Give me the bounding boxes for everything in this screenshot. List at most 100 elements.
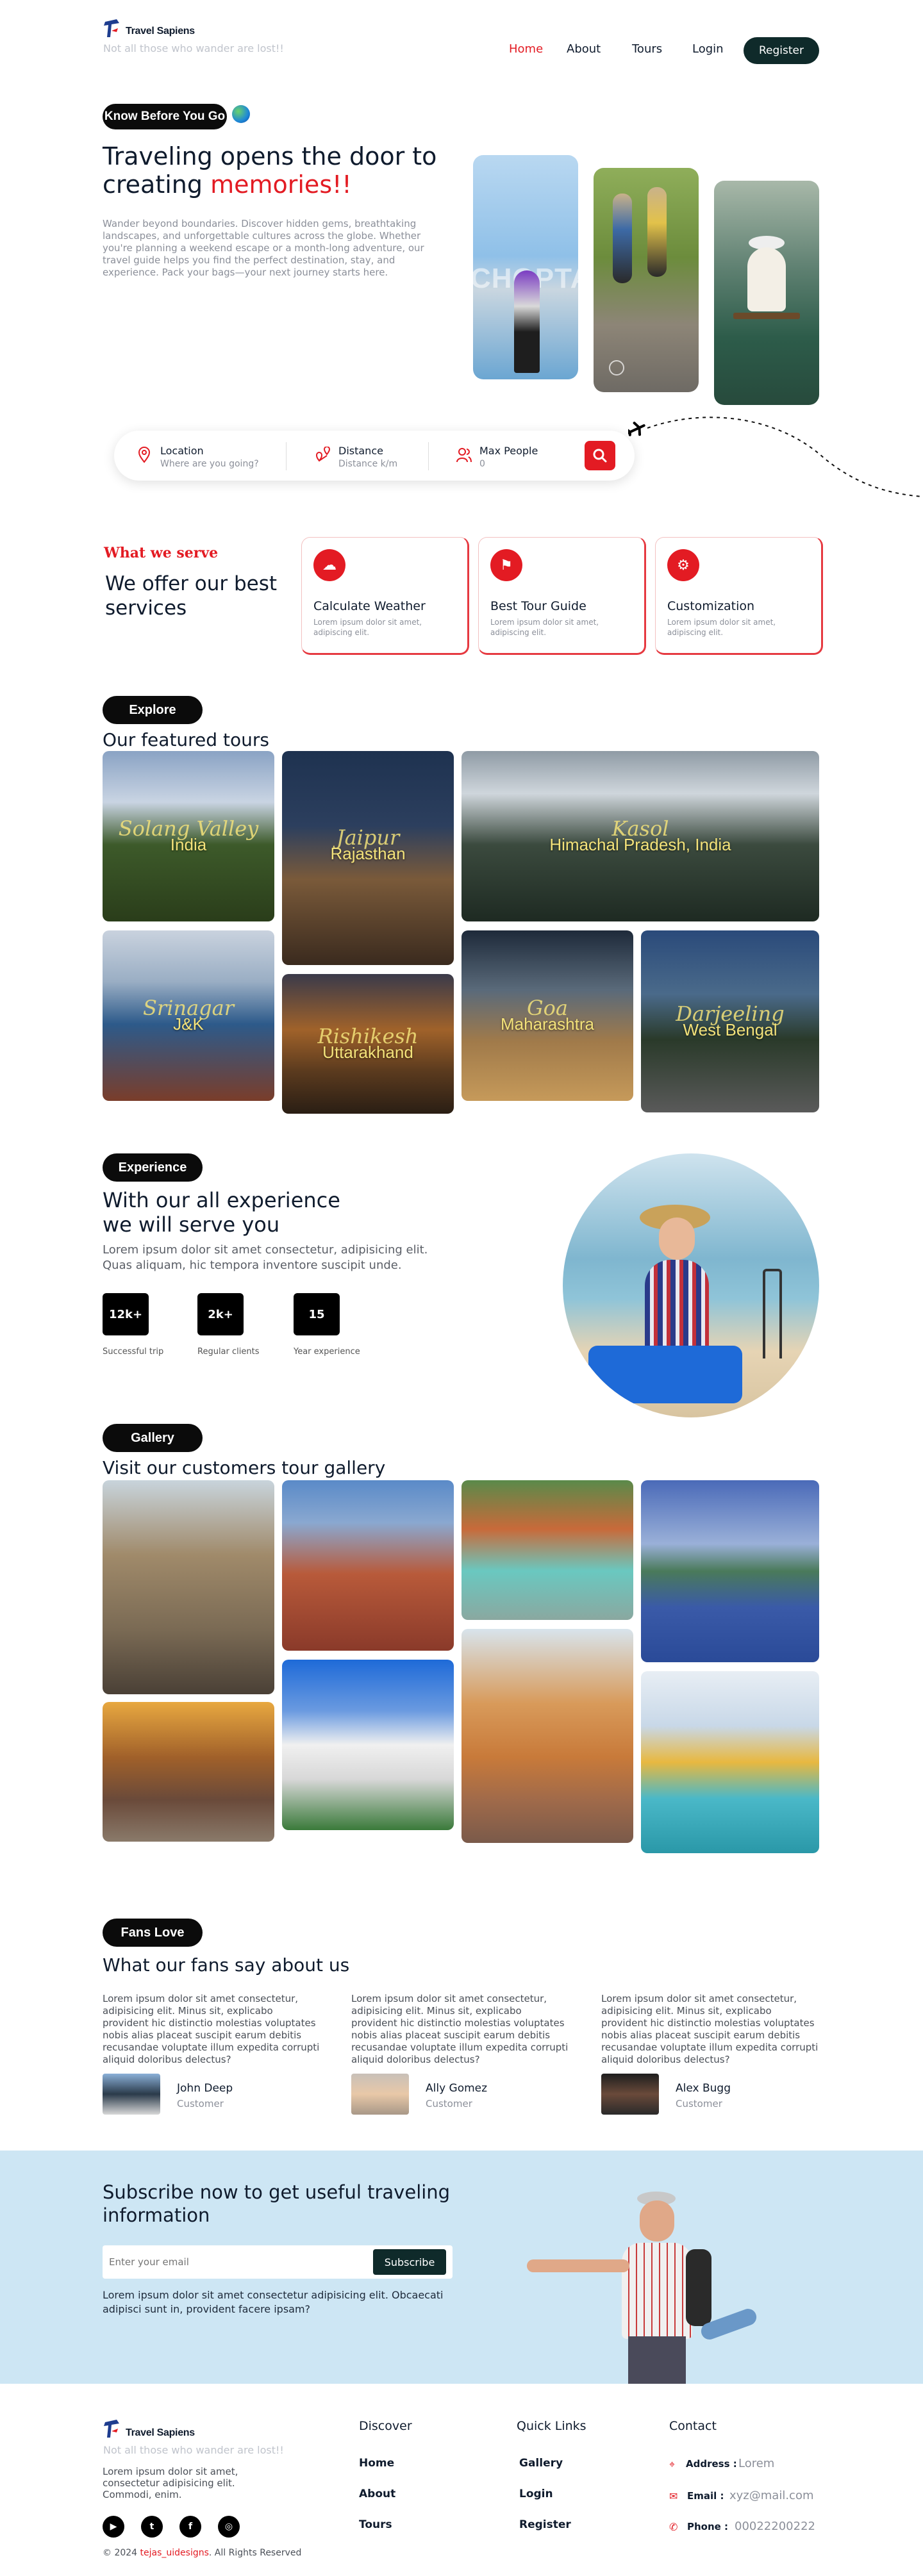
service-title: Best Tour Guide <box>490 599 586 613</box>
traveler-pants <box>628 2336 686 2384</box>
hero-photo-chopta: CHOPTA <box>473 155 578 379</box>
location-pin-icon <box>137 447 151 463</box>
address-value: Lorem <box>738 2457 775 2470</box>
experience-title-line1: With our all experience <box>103 1188 340 1212</box>
instagram-icon[interactable]: ◎ <box>218 2516 240 2538</box>
gallery-photo-rishikesh[interactable] <box>462 1480 633 1620</box>
gallery-photo-jaipur-fort[interactable] <box>462 1629 633 1843</box>
location-label: Location <box>160 445 204 457</box>
watermark-icon <box>609 360 624 376</box>
tour-card-kasol[interactable]: Kasol Himachal Pradesh, India <box>462 751 819 921</box>
footer-contact-title: Contact <box>669 2419 717 2433</box>
explore-title: Our featured tours <box>103 729 269 750</box>
tour-card-jaipur[interactable]: Jaipur Rajasthan <box>282 751 454 965</box>
facebook-icon[interactable]: f <box>179 2516 201 2538</box>
nav-about[interactable]: About <box>567 42 601 56</box>
guide-icon: ⚑ <box>490 549 522 581</box>
footer-link-home[interactable]: Home <box>359 2457 394 2470</box>
tour-script: Goa <box>527 995 568 1020</box>
email-label: Email : <box>687 2490 724 2502</box>
subscribe-button[interactable]: Subscribe <box>373 2249 446 2275</box>
stat-trips-label: Successful trip <box>103 1347 164 1357</box>
service-card-customization[interactable]: ⚙ Customization Lorem ipsum dolor sit am… <box>655 537 823 655</box>
service-title: Calculate Weather <box>313 599 426 613</box>
gallery-photo-temple[interactable] <box>103 1480 274 1694</box>
review-text: Lorem ipsum dolor sit amet consectetur, … <box>601 1993 819 2065</box>
footer-link-login[interactable]: Login <box>519 2488 553 2500</box>
copyright-link[interactable]: tejas_uidesigns <box>140 2548 209 2558</box>
youtube-icon[interactable]: ▶ <box>103 2516 124 2538</box>
gallery-photo-dal-lake[interactable] <box>641 1480 819 1662</box>
footer-desc-line3: Commodi, enim. <box>103 2489 182 2500</box>
weather-icon: ☁ <box>313 549 345 581</box>
distance-input[interactable]: Distance k/m <box>338 459 397 469</box>
subscribe-title-line1: Subscribe now to get useful traveling <box>103 2181 451 2203</box>
traveler-head <box>640 2200 674 2242</box>
customization-icon: ⚙ <box>667 549 699 581</box>
traveler-shirt <box>622 2243 692 2339</box>
tour-card-solang[interactable]: Solang Valley India <box>103 751 274 921</box>
footer-brand-tagline: Not all those who wander are lost!! <box>103 2444 284 2456</box>
twitter-icon[interactable]: t <box>141 2516 163 2538</box>
traveler-face <box>659 1218 695 1260</box>
footer-link-gallery[interactable]: Gallery <box>519 2457 563 2470</box>
phone-label: Phone : <box>687 2521 729 2532</box>
brand-name: Travel Sapiens <box>126 26 195 37</box>
gallery-photo-taj-mahal[interactable] <box>282 1660 454 1830</box>
hiker-figure <box>613 194 632 283</box>
tour-card-goa[interactable]: Goa Maharashtra <box>462 930 633 1101</box>
review-text: Lorem ipsum dolor sit amet consectetur, … <box>103 1993 320 2065</box>
subscribe-body-line1: Lorem ipsum dolor sit amet consectetur a… <box>103 2289 444 2301</box>
reviewer-role: Customer <box>426 2098 472 2110</box>
nav-home[interactable]: Home <box>509 42 543 56</box>
footer-link-about[interactable]: About <box>359 2488 395 2500</box>
gallery-photo-varanasi[interactable] <box>103 1702 274 1842</box>
experience-title-line2: we will serve you <box>103 1212 280 1237</box>
footer-link-register[interactable]: Register <box>519 2518 571 2531</box>
nav-tours[interactable]: Tours <box>632 42 662 56</box>
experience-badge: Experience <box>103 1153 203 1182</box>
gallery-photo-golden-temple[interactable] <box>641 1671 819 1853</box>
review-text: Lorem ipsum dolor sit amet consectetur, … <box>351 1993 569 2065</box>
email-input[interactable] <box>109 2250 365 2274</box>
footer-link-tours[interactable]: Tours <box>359 2518 392 2531</box>
people-label: Max People <box>479 445 538 457</box>
subscribe-body-line2: adipisci sunt in, provident facere ipsam… <box>103 2303 311 2315</box>
stat-years: 15 <box>294 1293 340 1335</box>
avatar <box>351 2074 409 2115</box>
service-card-weather[interactable]: ☁ Calculate Weather Lorem ipsum dolor si… <box>301 537 469 655</box>
tour-script: Rishikesh <box>317 1023 419 1048</box>
people-input[interactable]: 0 <box>479 459 485 469</box>
flight-path <box>626 410 923 500</box>
globe-icon <box>232 105 250 123</box>
avatar <box>103 2074 160 2115</box>
location-input[interactable]: Where are you going? <box>160 459 259 469</box>
traveler-dress <box>645 1260 709 1356</box>
stat-trips: 12k+ <box>103 1293 149 1335</box>
tour-script: Darjeeling <box>676 1001 785 1026</box>
traveler-illustration <box>526 2188 776 2384</box>
stat-clients-label: Regular clients <box>197 1347 260 1357</box>
tour-card-srinagar[interactable]: Srinagar J&K <box>103 930 274 1101</box>
footer-quick-title: Quick Links <box>517 2419 586 2433</box>
footer-logo-icon[interactable] <box>103 2417 122 2440</box>
service-card-guide[interactable]: ⚑ Best Tour Guide Lorem ipsum dolor sit … <box>478 537 646 655</box>
logo-icon[interactable] <box>103 17 122 40</box>
hero-photo-swing <box>714 181 819 405</box>
tour-script: Kasol <box>611 816 669 841</box>
register-button[interactable]: Register <box>744 37 819 64</box>
airplane-icon <box>626 422 645 436</box>
service-desc: Lorem ipsum dolor sit amet, adipiscing e… <box>490 618 599 637</box>
gallery-photo-gopuram[interactable] <box>282 1480 454 1651</box>
nav-login[interactable]: Login <box>692 42 724 56</box>
phone-value[interactable]: 00022200222 <box>735 2520 815 2533</box>
tour-card-darjeeling[interactable]: Darjeeling West Bengal <box>641 930 819 1112</box>
footer-discover-title: Discover <box>359 2419 412 2433</box>
email-value[interactable]: xyz@mail.com <box>729 2489 813 2502</box>
hero-title-highlight: memories!! <box>210 170 352 199</box>
suitcase <box>588 1346 742 1403</box>
address-label: Address : <box>686 2458 737 2470</box>
tour-card-rishikesh[interactable]: Rishikesh Uttarakhand <box>282 974 454 1114</box>
search-button[interactable] <box>585 441 615 470</box>
traveler-arm <box>527 2259 629 2272</box>
